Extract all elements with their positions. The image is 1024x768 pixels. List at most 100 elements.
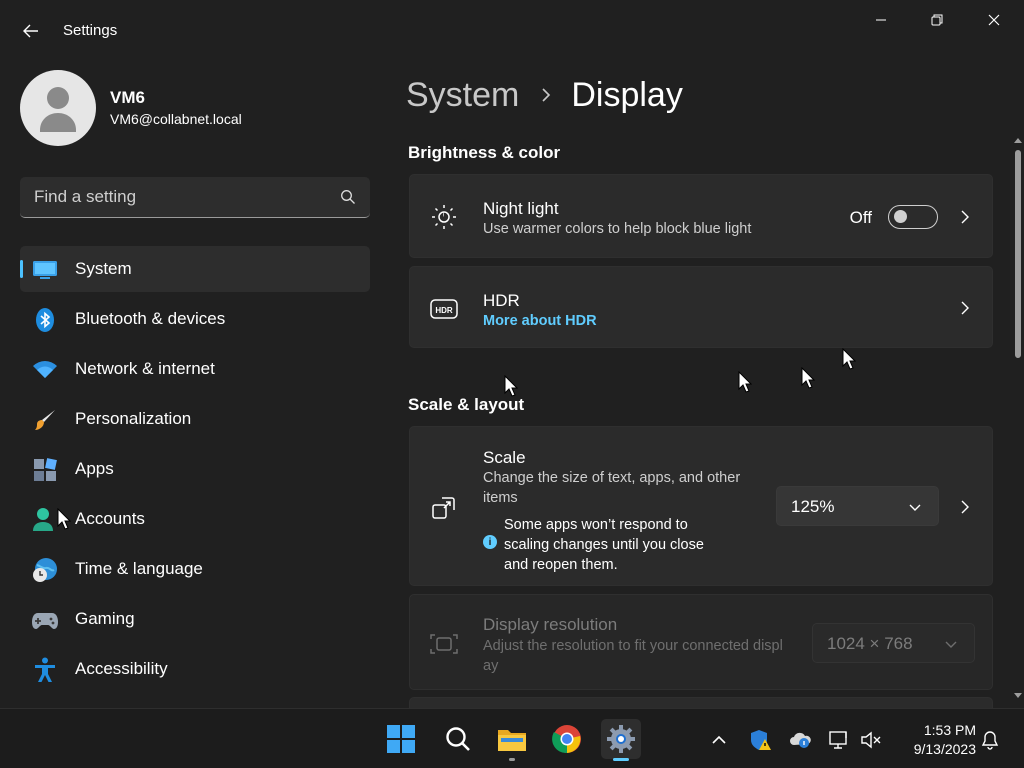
- wifi-icon: [32, 357, 58, 383]
- chevron-up-icon: [712, 735, 726, 744]
- chrome-icon: [552, 725, 581, 754]
- restore-button[interactable]: [917, 6, 957, 34]
- mouse-cursor-icon: [738, 371, 752, 393]
- resolution-dropdown: 1024 × 768: [812, 623, 975, 663]
- scale-card[interactable]: Scale Change the size of text, apps, and…: [409, 426, 993, 586]
- taskbar: 1:53 PM 9/13/2023: [0, 708, 1024, 768]
- minimize-icon: [876, 19, 886, 21]
- breadcrumb: System Display: [406, 72, 683, 118]
- scale-title: Scale: [483, 448, 526, 467]
- hdr-title: HDR: [483, 291, 520, 310]
- section-title-brightness: Brightness & color: [408, 143, 561, 162]
- settings-icon: [607, 725, 635, 753]
- taskbar-chrome[interactable]: [547, 719, 587, 759]
- title-bar: Settings: [0, 0, 1024, 62]
- mouse-cursor-icon: [801, 367, 815, 389]
- sidebar-item-label: Accounts: [75, 509, 145, 528]
- profile-email: VM6@collabnet.local: [110, 111, 242, 127]
- resolution-card: Display resolution Adjust the resolution…: [409, 594, 993, 690]
- chevron-right-icon[interactable]: [958, 500, 972, 514]
- system-icon: [32, 257, 58, 283]
- hdr-card[interactable]: HDR HDR More about HDR: [409, 266, 993, 348]
- sidebar-item-gaming[interactable]: Gaming: [20, 596, 370, 642]
- globe-clock-icon: [32, 557, 58, 583]
- sidebar-item-system[interactable]: System: [20, 246, 370, 292]
- sidebar-item-bluetooth[interactable]: Bluetooth & devices: [20, 296, 370, 342]
- scale-value: 125%: [791, 497, 835, 516]
- search-icon: [446, 727, 470, 751]
- close-icon: [988, 14, 1000, 26]
- bluetooth-icon: [32, 307, 58, 333]
- clock-time: 1:53 PM: [923, 722, 976, 738]
- scale-icon: [430, 494, 458, 522]
- chevron-right-icon[interactable]: [958, 210, 972, 224]
- scroll-down-icon[interactable]: [1014, 692, 1022, 700]
- mouse-cursor-icon: [842, 348, 856, 370]
- tray-volume[interactable]: [860, 729, 882, 751]
- search-icon[interactable]: [340, 189, 356, 205]
- taskbar-file-explorer[interactable]: [492, 719, 532, 761]
- chevron-right-icon[interactable]: [958, 301, 972, 315]
- svg-text:HDR: HDR: [435, 306, 453, 315]
- mouse-cursor-icon: [57, 508, 71, 530]
- search-input[interactable]: [20, 177, 330, 217]
- app-title: Settings: [63, 22, 118, 39]
- profile-name: VM6: [110, 88, 145, 107]
- scrollbar[interactable]: [1012, 136, 1024, 708]
- tray-onedrive[interactable]: [789, 729, 811, 751]
- start-button[interactable]: [381, 719, 421, 759]
- sidebar-item-label: Time & language: [75, 559, 203, 578]
- scale-info-text: Some apps won’t respond to scaling chang…: [504, 517, 704, 573]
- close-button[interactable]: [974, 6, 1014, 34]
- sidebar-item-personalization[interactable]: Personalization: [20, 396, 370, 442]
- sidebar-item-network[interactable]: Network & internet: [20, 346, 370, 392]
- sidebar-item-label: Gaming: [75, 609, 135, 628]
- back-button[interactable]: [18, 18, 44, 44]
- sidebar-item-label: Apps: [75, 459, 114, 478]
- hdr-link[interactable]: More about HDR: [483, 313, 597, 329]
- section-title-scale-layout: Scale & layout: [408, 395, 525, 414]
- taskbar-search-button[interactable]: [438, 719, 478, 759]
- sidebar-item-label: Accessibility: [75, 659, 168, 678]
- tray-network[interactable]: [828, 729, 850, 751]
- notifications-button[interactable]: [979, 729, 1001, 751]
- tray-overflow-button[interactable]: [708, 729, 730, 751]
- night-light-toggle[interactable]: [888, 205, 938, 229]
- avatar[interactable]: [20, 70, 96, 146]
- resolution-value: 1024 × 768: [827, 634, 913, 653]
- taskbar-clock[interactable]: 1:53 PM 9/13/2023: [896, 721, 976, 759]
- sidebar-item-time-language[interactable]: Time & language: [20, 546, 370, 592]
- tray-security[interactable]: [750, 729, 772, 751]
- taskbar-settings[interactable]: [601, 719, 641, 761]
- sidebar-item-accounts[interactable]: Accounts: [20, 496, 370, 542]
- apps-icon: [32, 457, 58, 483]
- night-light-state: Off: [849, 208, 872, 227]
- running-indicator: [509, 758, 515, 761]
- sidebar-item-accessibility[interactable]: Accessibility: [20, 646, 370, 692]
- chevron-down-icon: [909, 504, 921, 511]
- sidebar-item-label: Bluetooth & devices: [75, 309, 226, 328]
- search-box[interactable]: [20, 177, 370, 218]
- restore-icon: [931, 14, 943, 26]
- resolution-icon: [430, 630, 458, 658]
- scroll-up-icon[interactable]: [1014, 136, 1022, 144]
- breadcrumb-parent[interactable]: System: [406, 76, 519, 115]
- volume-muted-icon: [861, 731, 881, 749]
- hdr-icon: HDR: [430, 295, 458, 323]
- chevron-right-icon: [541, 88, 555, 102]
- file-explorer-icon: [498, 730, 526, 751]
- sidebar-item-label: System: [75, 259, 132, 278]
- info-icon: i: [483, 535, 497, 549]
- scroll-thumb[interactable]: [1015, 150, 1021, 358]
- cloud-icon: [790, 732, 811, 748]
- start-icon: [387, 725, 415, 753]
- user-silhouette-icon: [40, 87, 76, 132]
- scale-dropdown[interactable]: 125%: [776, 486, 939, 526]
- minimize-button[interactable]: [861, 6, 901, 34]
- resolution-title: Display resolution: [483, 615, 618, 634]
- sidebar-item-label: Network & internet: [75, 359, 215, 378]
- sidebar-item-apps[interactable]: Apps: [20, 446, 370, 492]
- clock-date: 9/13/2023: [913, 741, 976, 757]
- night-light-card[interactable]: Night light Use warmer colors to help bl…: [409, 174, 993, 258]
- shield-warning-icon: [751, 730, 771, 750]
